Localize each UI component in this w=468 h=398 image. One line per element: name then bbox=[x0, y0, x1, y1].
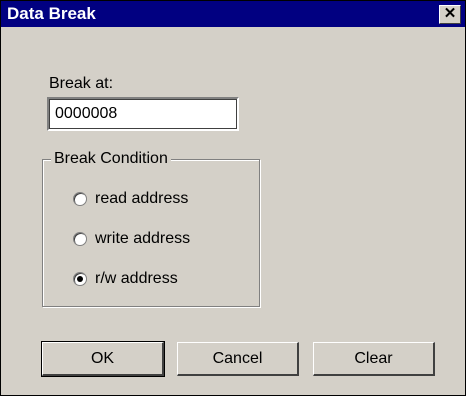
radio-write-address-indicator[interactable] bbox=[73, 232, 87, 246]
radio-write-address[interactable]: write address bbox=[73, 230, 190, 248]
close-button[interactable]: ✕ bbox=[439, 5, 461, 24]
radio-rw-address-indicator[interactable] bbox=[73, 272, 87, 286]
radio-rw-address[interactable]: r/w address bbox=[73, 270, 178, 288]
close-icon: ✕ bbox=[443, 5, 457, 22]
radio-read-address-indicator[interactable] bbox=[73, 192, 87, 206]
break-condition-group: Break Condition read address write addre… bbox=[42, 150, 260, 307]
cancel-button[interactable]: Cancel bbox=[177, 342, 299, 376]
ok-button[interactable]: OK bbox=[41, 341, 165, 377]
title-bar[interactable]: Data Break ✕ bbox=[1, 1, 465, 27]
data-break-dialog: Data Break ✕ Break at: Break Condition r… bbox=[0, 0, 466, 396]
clear-button[interactable]: Clear bbox=[313, 342, 435, 376]
window-title: Data Break bbox=[7, 4, 96, 23]
radio-read-address[interactable]: read address bbox=[73, 190, 188, 208]
radio-write-address-label[interactable]: write address bbox=[95, 230, 190, 248]
break-at-label: Break at: bbox=[49, 75, 114, 92]
radio-rw-address-label[interactable]: r/w address bbox=[95, 270, 178, 288]
break-at-input[interactable] bbox=[47, 97, 239, 131]
break-condition-legend: Break Condition bbox=[51, 150, 171, 168]
radio-read-address-label[interactable]: read address bbox=[95, 190, 188, 208]
